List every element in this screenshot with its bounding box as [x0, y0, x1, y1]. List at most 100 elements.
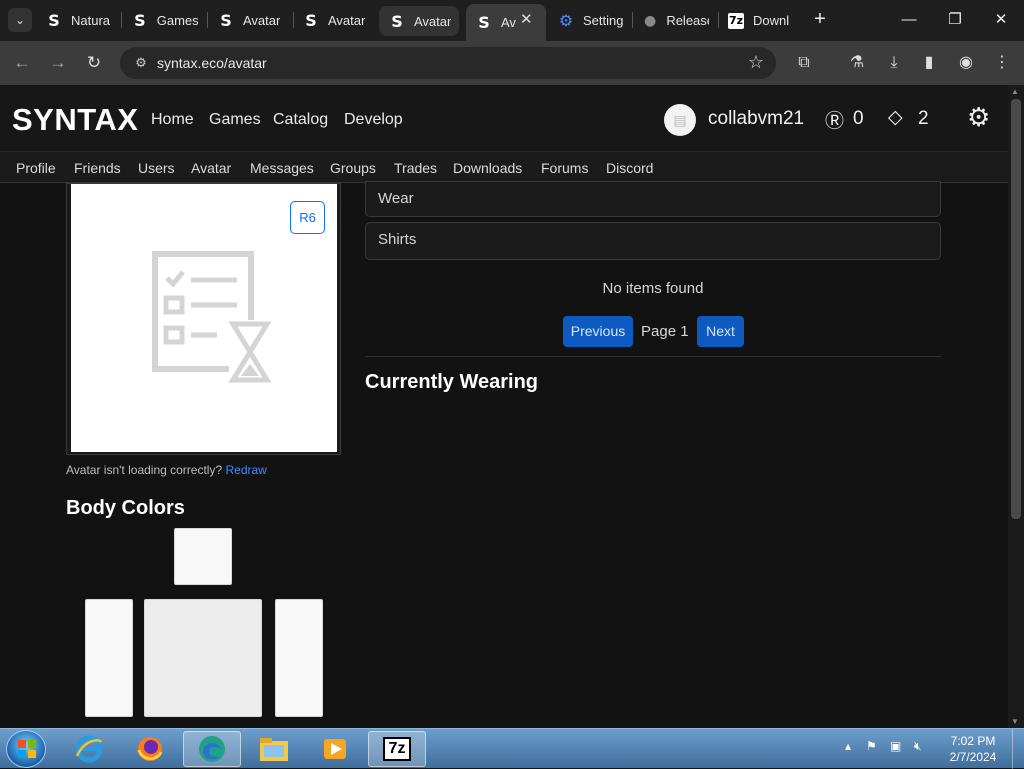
ticket-icon[interactable]: ◇ — [888, 106, 903, 129]
back-icon[interactable]: ← — [10, 51, 34, 75]
volume-muted-icon[interactable]: 🔇︎ — [914, 739, 922, 754]
site-logo[interactable]: SYNTAX — [12, 102, 138, 138]
scroll-down-icon[interactable]: ▼ — [1011, 717, 1019, 726]
browser-tab[interactable]: ⚙ Setting — [558, 4, 624, 37]
body-color-left-arm[interactable] — [85, 599, 133, 717]
show-desktop-button[interactable] — [1012, 729, 1024, 769]
body-color-torso[interactable] — [144, 599, 262, 717]
redraw-link[interactable]: Redraw — [226, 463, 267, 477]
username[interactable]: collabvm21 — [708, 108, 804, 130]
system-clock[interactable]: 7:02 PM 2/7/2024 — [943, 733, 1003, 765]
7zip-favicon-icon: 7z — [728, 12, 744, 29]
browser-tab-hovered[interactable]: S Avatar — [379, 6, 459, 36]
reload-icon[interactable]: ↻ — [82, 51, 106, 75]
syntax-favicon-icon: S — [134, 11, 146, 30]
site-header: SYNTAX Home Games Catalog Develop ▤ coll… — [0, 85, 1008, 152]
7zip-icon[interactable]: 7z — [368, 731, 426, 767]
tab-close-icon[interactable]: ✕ — [520, 10, 533, 28]
firefox-icon[interactable] — [121, 731, 179, 767]
tab-search-button[interactable]: ⌄ — [8, 8, 32, 32]
category-select[interactable]: Shirts — [365, 222, 941, 260]
windows-taskbar: 7z ▴ ⚑ ▣ 🔇︎ 7:02 PM 2/7/2024 — [0, 728, 1024, 769]
github-icon: ● — [644, 12, 657, 29]
nav-home[interactable]: Home — [151, 111, 194, 129]
browser-tab[interactable]: S Games — [132, 4, 198, 37]
browser-tab[interactable]: ● Release — [643, 4, 709, 37]
web-page: SYNTAX Home Games Catalog Develop ▤ coll… — [0, 85, 1008, 728]
network-icon[interactable]: ▣ — [890, 739, 901, 753]
action-center-flag-icon[interactable]: ⚑ — [866, 739, 877, 753]
site-settings-icon[interactable]: ⚙ — [132, 54, 150, 72]
internet-explorer-icon[interactable] — [60, 731, 118, 767]
menu-icon[interactable]: ⋮ — [990, 51, 1014, 75]
subnav-profile[interactable]: Profile — [16, 160, 56, 176]
gear-icon: ⚙ — [558, 11, 574, 30]
download-icon[interactable]: ⤓ — [882, 51, 906, 75]
restore-icon[interactable]: ❐ — [940, 8, 970, 32]
forward-icon[interactable]: → — [46, 51, 70, 75]
ticket-balance[interactable]: 2 — [918, 108, 929, 130]
subnav-forums[interactable]: Forums — [541, 160, 588, 176]
browser-tab[interactable]: 7z Downl — [728, 4, 794, 37]
loading-placeholder-icon — [152, 251, 272, 384]
section-divider — [365, 356, 941, 357]
nav-catalog[interactable]: Catalog — [273, 111, 328, 129]
next-page-button[interactable]: Next — [697, 316, 744, 347]
syntax-favicon-icon: S — [220, 11, 232, 30]
extensions-icon[interactable]: ⧉ — [792, 51, 816, 75]
show-hidden-icons-icon[interactable]: ▴ — [845, 739, 851, 753]
new-tab-button[interactable]: + — [810, 8, 830, 32]
browser-toolbar: ← → ↻ ⚙ syntax.eco/avatar ☆ ⧉ ⚗ ⤓ ▮ ◉ ⋮ — [0, 41, 1024, 85]
robux-balance[interactable]: 0 — [853, 108, 864, 130]
profile-icon[interactable]: ◉ — [954, 51, 978, 75]
scrollbar-thumb[interactable] — [1011, 99, 1021, 519]
nav-games[interactable]: Games — [209, 111, 261, 129]
body-color-right-arm[interactable] — [275, 599, 323, 717]
subnav-discord[interactable]: Discord — [606, 160, 653, 176]
url-text[interactable]: syntax.eco/avatar — [157, 55, 267, 71]
empty-state-text: No items found — [602, 280, 704, 297]
subnav-messages[interactable]: Messages — [250, 160, 314, 176]
settings-gear-icon[interactable]: ⚙ — [967, 102, 990, 133]
wear-mode-select[interactable]: Wear — [365, 181, 941, 217]
bookmark-star-icon[interactable]: ☆ — [748, 52, 764, 73]
browser-tab[interactable]: S Avatar — [303, 4, 369, 37]
nav-develop[interactable]: Develop — [344, 111, 403, 129]
subnav-downloads[interactable]: Downloads — [453, 160, 522, 176]
syntax-favicon-icon: S — [48, 11, 60, 30]
currently-wearing-heading: Currently Wearing — [365, 371, 538, 393]
media-player-icon[interactable] — [306, 731, 364, 767]
previous-page-button[interactable]: Previous — [563, 316, 633, 347]
redraw-hint: Avatar isn't loading correctly? Redraw — [66, 463, 267, 477]
browser-tab[interactable]: S Natura — [46, 4, 112, 37]
browser-tab-active[interactable]: S Av — [466, 4, 546, 41]
scroll-up-icon[interactable]: ▲ — [1011, 87, 1019, 96]
secondary-nav: Profile Friends Users Avatar Messages Gr… — [0, 152, 1008, 183]
minimize-icon[interactable]: — — [894, 8, 924, 32]
labs-flask-icon[interactable]: ⚗ — [845, 51, 869, 75]
start-button[interactable] — [6, 730, 46, 768]
side-panel-icon[interactable]: ▮ — [917, 51, 941, 75]
page-indicator: Page 1 — [641, 323, 689, 340]
subnav-groups[interactable]: Groups — [330, 160, 376, 176]
avatar-preview-frame: R6 — [66, 183, 341, 455]
page-scrollbar[interactable]: ▲ ▼ — [1008, 85, 1024, 728]
address-bar[interactable]: ⚙ syntax.eco/avatar ☆ — [120, 47, 776, 79]
subnav-users[interactable]: Users — [138, 160, 175, 176]
body-colors-heading: Body Colors — [66, 497, 185, 519]
close-window-icon[interactable]: ✕ — [986, 8, 1016, 32]
explorer-icon[interactable] — [245, 731, 303, 767]
edge-icon[interactable] — [183, 731, 241, 767]
subnav-friends[interactable]: Friends — [74, 160, 121, 176]
robux-icon[interactable]: Ⓡ — [825, 106, 844, 133]
browser-tab[interactable]: S Avatar — [218, 4, 284, 37]
browser-tab-strip: ⌄ S Natura S Games S Avatar S Avatar S A… — [0, 0, 1024, 41]
subnav-avatar[interactable]: Avatar — [191, 160, 231, 176]
syntax-favicon-icon: S — [391, 11, 403, 31]
rig-type-button[interactable]: R6 — [290, 201, 325, 234]
syntax-favicon-icon: S — [478, 13, 490, 32]
subnav-trades[interactable]: Trades — [394, 160, 437, 176]
user-avatar[interactable]: ▤ — [664, 104, 696, 136]
body-color-head[interactable] — [174, 528, 232, 585]
avatar-render: R6 — [71, 184, 337, 452]
